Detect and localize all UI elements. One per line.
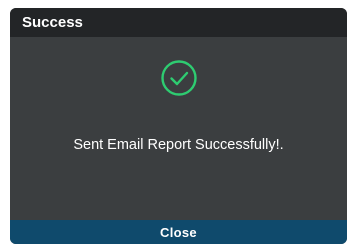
success-dialog: Success Sent Email Report Successfully!.…: [10, 8, 347, 244]
dialog-title: Success: [22, 14, 83, 31]
dialog-body: Sent Email Report Successfully!.: [10, 37, 347, 219]
close-button[interactable]: Close: [10, 220, 347, 244]
dialog-titlebar: Success: [10, 8, 347, 37]
dialog-message: Sent Email Report Successfully!.: [73, 137, 284, 153]
check-circle-icon: [161, 60, 197, 96]
